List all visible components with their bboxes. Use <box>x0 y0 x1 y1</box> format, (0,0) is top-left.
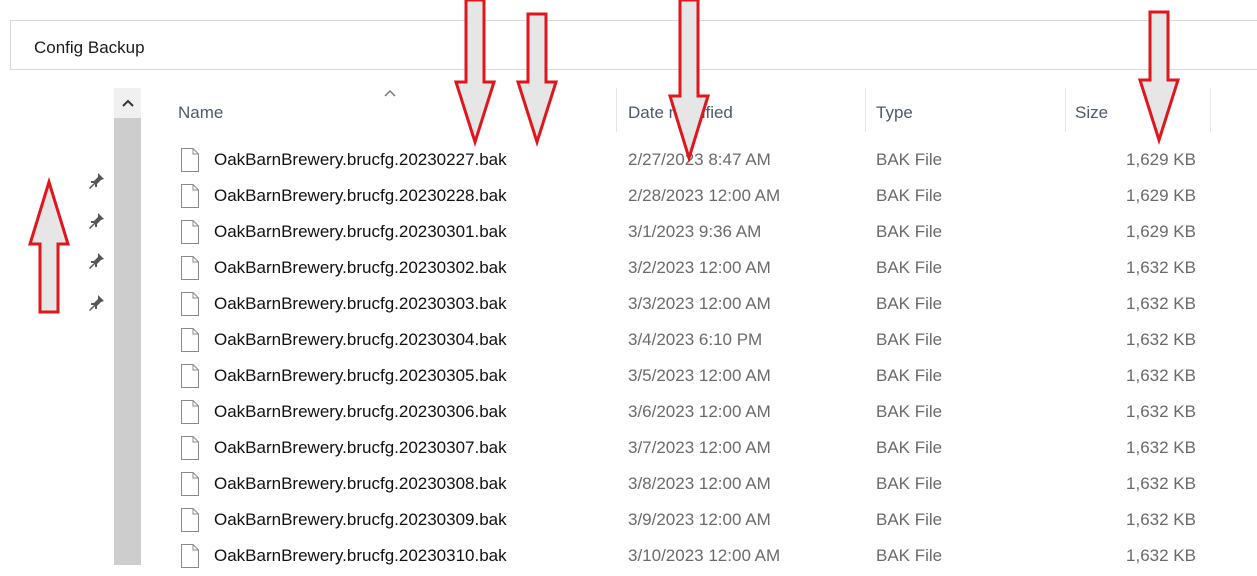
file-type: BAK File <box>876 150 943 169</box>
file-date: 3/8/2023 12:00 AM <box>628 474 771 493</box>
file-row[interactable]: OakBarnBrewery.brucfg.20230306.bak 3/6/2… <box>160 396 1250 432</box>
file-row[interactable]: OakBarnBrewery.brucfg.20230309.bak 3/9/2… <box>160 504 1250 540</box>
file-date: 3/4/2023 6:10 PM <box>628 330 763 349</box>
file-type: BAK File <box>876 258 943 277</box>
file-name: OakBarnBrewery.brucfg.20230308.bak <box>214 474 507 493</box>
file-icon <box>181 292 199 316</box>
address-bar[interactable]: Config Backup <box>10 20 1257 70</box>
window-top-edge <box>0 0 1257 11</box>
column-header-size[interactable]: Size <box>1075 103 1108 123</box>
nav-pane-scrollbar[interactable] <box>114 88 141 565</box>
file-icon <box>181 400 199 424</box>
file-icon <box>181 148 199 172</box>
pin-icon[interactable] <box>85 210 107 232</box>
file-type: BAK File <box>876 222 943 241</box>
file-type: BAK File <box>876 438 943 457</box>
file-size: 1,629 KB <box>1126 186 1196 205</box>
file-row[interactable]: OakBarnBrewery.brucfg.20230310.bak 3/10/… <box>160 540 1250 576</box>
address-path: Config Backup <box>34 38 145 57</box>
file-date: 3/10/2023 12:00 AM <box>628 546 781 565</box>
column-header-date[interactable]: Date modified <box>628 103 733 123</box>
column-divider[interactable] <box>616 88 617 132</box>
file-row[interactable]: OakBarnBrewery.brucfg.20230307.bak 3/7/2… <box>160 432 1250 468</box>
file-size: 1,632 KB <box>1126 402 1196 421</box>
file-name: OakBarnBrewery.brucfg.20230307.bak <box>214 438 507 457</box>
file-date: 2/28/2023 12:00 AM <box>628 186 781 205</box>
file-date: 3/9/2023 12:00 AM <box>628 510 771 529</box>
file-name: OakBarnBrewery.brucfg.20230305.bak <box>214 366 507 385</box>
file-date: 2/27/2023 8:47 AM <box>628 150 771 169</box>
file-size: 1,632 KB <box>1126 510 1196 529</box>
file-type: BAK File <box>876 510 943 529</box>
file-name: OakBarnBrewery.brucfg.20230228.bak <box>214 186 507 205</box>
file-row[interactable]: OakBarnBrewery.brucfg.20230305.bak 3/5/2… <box>160 360 1250 396</box>
pin-icon[interactable] <box>85 250 107 272</box>
sort-ascending-icon <box>384 89 396 97</box>
file-size: 1,632 KB <box>1126 474 1196 493</box>
file-row[interactable]: OakBarnBrewery.brucfg.20230308.bak 3/8/2… <box>160 468 1250 504</box>
file-row[interactable]: OakBarnBrewery.brucfg.20230304.bak 3/4/2… <box>160 324 1250 360</box>
file-row[interactable]: OakBarnBrewery.brucfg.20230302.bak 3/2/2… <box>160 252 1250 288</box>
file-type: BAK File <box>876 366 943 385</box>
file-row[interactable]: OakBarnBrewery.brucfg.20230303.bak 3/3/2… <box>160 288 1250 324</box>
file-icon <box>181 184 199 208</box>
file-date: 3/7/2023 12:00 AM <box>628 438 771 457</box>
file-icon <box>181 436 199 460</box>
file-type: BAK File <box>876 474 943 493</box>
file-icon <box>181 544 199 568</box>
file-size: 1,632 KB <box>1126 258 1196 277</box>
file-size: 1,629 KB <box>1126 222 1196 241</box>
file-name: OakBarnBrewery.brucfg.20230301.bak <box>214 222 507 241</box>
column-divider[interactable] <box>1210 88 1211 132</box>
file-icon <box>181 220 199 244</box>
scroll-up-button[interactable] <box>114 88 141 118</box>
file-icon <box>181 364 199 388</box>
file-type: BAK File <box>876 186 943 205</box>
column-divider[interactable] <box>1065 88 1066 132</box>
file-name: OakBarnBrewery.brucfg.20230303.bak <box>214 294 507 313</box>
file-name: OakBarnBrewery.brucfg.20230227.bak <box>214 150 507 169</box>
file-date: 3/3/2023 12:00 AM <box>628 294 771 313</box>
annotation-arrow-up <box>27 176 71 314</box>
file-date: 3/2/2023 12:00 AM <box>628 258 771 277</box>
file-name: OakBarnBrewery.brucfg.20230310.bak <box>214 546 507 565</box>
file-name: OakBarnBrewery.brucfg.20230306.bak <box>214 402 507 421</box>
file-size: 1,632 KB <box>1126 438 1196 457</box>
file-name: OakBarnBrewery.brucfg.20230302.bak <box>214 258 507 277</box>
file-date: 3/5/2023 12:00 AM <box>628 366 771 385</box>
file-row[interactable]: OakBarnBrewery.brucfg.20230228.bak 2/28/… <box>160 180 1250 216</box>
file-size: 1,632 KB <box>1126 366 1196 385</box>
file-size: 1,632 KB <box>1126 294 1196 313</box>
file-icon <box>181 256 199 280</box>
file-date: 3/6/2023 12:00 AM <box>628 402 771 421</box>
column-header: Name Date modified Type Size <box>160 88 1257 138</box>
file-type: BAK File <box>876 294 943 313</box>
file-type: BAK File <box>876 402 943 421</box>
file-icon <box>181 508 199 532</box>
file-size: 1,629 KB <box>1126 150 1196 169</box>
column-header-name[interactable]: Name <box>178 103 223 123</box>
column-divider[interactable] <box>865 88 866 132</box>
file-name: OakBarnBrewery.brucfg.20230309.bak <box>214 510 507 529</box>
file-size: 1,632 KB <box>1126 330 1196 349</box>
file-name: OakBarnBrewery.brucfg.20230304.bak <box>214 330 507 349</box>
file-icon <box>181 472 199 496</box>
file-type: BAK File <box>876 546 943 565</box>
file-icon <box>181 328 199 352</box>
file-type: BAK File <box>876 330 943 349</box>
column-header-type[interactable]: Type <box>876 103 913 123</box>
file-date: 3/1/2023 9:36 AM <box>628 222 762 241</box>
file-size: 1,632 KB <box>1126 546 1196 565</box>
file-row[interactable]: OakBarnBrewery.brucfg.20230227.bak 2/27/… <box>160 144 1250 180</box>
pin-icon[interactable] <box>85 292 107 314</box>
pin-icon[interactable] <box>85 170 107 192</box>
chevron-up-icon <box>121 99 134 107</box>
file-row[interactable]: OakBarnBrewery.brucfg.20230301.bak 3/1/2… <box>160 216 1250 252</box>
